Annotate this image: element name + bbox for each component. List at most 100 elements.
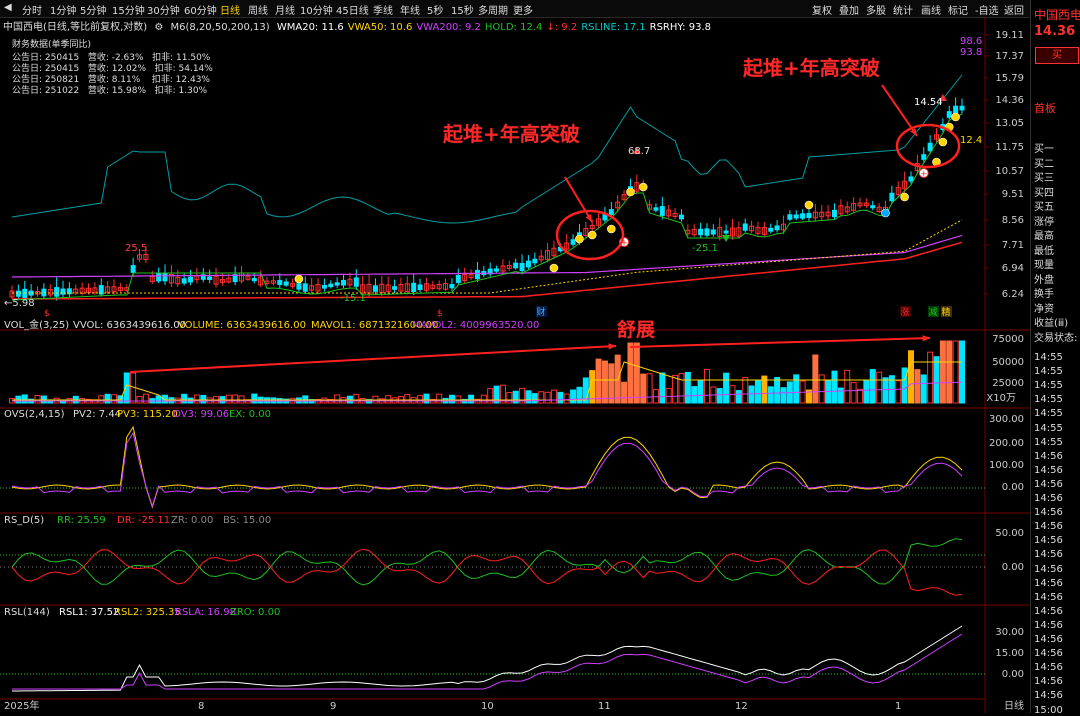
volume-bar (557, 391, 564, 404)
volume-bar (774, 377, 781, 404)
candle-body (659, 206, 665, 216)
vol-unit-label: X10万 (986, 393, 1016, 404)
ovs-axis-label: 0.00 (1002, 482, 1024, 493)
ovs-ov3-line (11, 431, 963, 508)
period-tab-1[interactable]: 1分钟 (50, 2, 76, 17)
ovs-axis-label: 200.00 (989, 438, 1024, 449)
financial-row: 公告日: 251022 营收: 15.98% 扣非: 1.30% (12, 86, 208, 96)
rsl-axis-label: 15.00 (995, 648, 1024, 659)
candle-body (698, 228, 704, 236)
period-tab-4[interactable]: 30分钟 (147, 2, 180, 17)
toolbar-action-5[interactable]: 标记 (948, 2, 968, 17)
limit-up-tag: 涨 (900, 307, 909, 318)
toolbar-action-6[interactable]: -自选 (975, 2, 999, 17)
toolbar-action-4[interactable]: 画线 (921, 2, 941, 17)
candle-body (742, 223, 748, 231)
toolbar-action-2[interactable]: 多股 (866, 2, 886, 17)
period-tab-5[interactable]: 60分钟 (184, 2, 217, 17)
period-toolbar: 分时 1分钟 5分钟 15分钟 30分钟 60分钟 日线 周线 月线 10分钟 45日线 季线 年线 5秒… (0, 0, 1030, 18)
volume-bar (353, 394, 360, 404)
period-tab-3[interactable]: 15分钟 (112, 2, 145, 17)
candle-body (532, 258, 538, 264)
period-tab-8[interactable]: 月线 (275, 2, 295, 17)
volume-bar (468, 394, 475, 404)
period-tab-6[interactable]: 日线 (220, 2, 240, 17)
period-tab-15[interactable]: 多周期 (478, 2, 508, 17)
period-tab-12[interactable]: 年线 (400, 2, 420, 17)
volume-bar (480, 394, 487, 404)
volume-bar (633, 342, 640, 404)
buy-button[interactable]: 买 (1035, 47, 1079, 64)
ovs-axis-label: 300.00 (989, 414, 1024, 425)
candle-body (608, 209, 614, 215)
volume-bar (672, 374, 679, 404)
candle-body (774, 225, 780, 231)
vol-legend-item: MAVOL2: 4009963520.00 (412, 320, 539, 331)
rsl-legend-item: RSLA: 16.98 (175, 607, 236, 618)
candle-body (181, 278, 187, 284)
volume-bar (608, 363, 615, 404)
candle-body (341, 279, 347, 286)
trade-time: 14:56 (1034, 478, 1063, 490)
rsd-legend-item: DR: -25.11 (117, 515, 170, 526)
ovs-pv3-line (11, 425, 963, 509)
price-axis-label: 6.24 (1002, 289, 1024, 300)
ovs-legend-item: PV2: 7.44 (73, 409, 121, 420)
red-ma-line (12, 241, 963, 300)
main-legend: 中国西电(日线,等比前复权,对数) ⚙ M6(8,20,50,200,13) W… (3, 18, 719, 33)
period-tab-11[interactable]: 季线 (373, 2, 393, 17)
price-axis-label: 8.56 (1002, 215, 1024, 226)
candle-body (207, 276, 213, 281)
period-tab-0[interactable]: 分时 (22, 2, 42, 17)
period-tab-14[interactable]: 15秒 (451, 2, 474, 17)
period-tab-10[interactable]: 45日线 (336, 2, 369, 17)
candle-body (130, 265, 136, 273)
period-tab-2[interactable]: 5分钟 (80, 2, 106, 17)
volume-bar (404, 394, 411, 404)
rsl-axis-label: 30.00 (995, 627, 1024, 638)
period-tab-16[interactable]: 更多 (513, 2, 533, 17)
trade-time: 14:56 (1034, 619, 1063, 631)
stock-chart[interactable]: 19.11 17.37 15.79 14.36 13.05 11.75 10.57 9.51 8… (0, 17, 1030, 713)
peak-label-2: 68.7 (628, 146, 650, 157)
volume-bar (946, 340, 953, 404)
candle-body (392, 286, 398, 290)
period-tab-13[interactable]: 5秒 (427, 2, 443, 17)
rsl-legend-item: ZRO: 0.00 (230, 607, 280, 618)
volume-bar (754, 380, 761, 404)
stretch-arrow-2 (629, 337, 931, 348)
stretch-arrow-1-head (608, 343, 616, 350)
toolbar-action-1[interactable]: 叠加 (839, 2, 859, 17)
trade-time: 14:55 (1034, 394, 1063, 406)
back-arrow-icon[interactable]: ◀ (4, 2, 12, 13)
toolbar-action-3[interactable]: 统计 (893, 2, 913, 17)
quote-label: 买五 (1034, 202, 1054, 213)
settings-icon[interactable]: ⚙ (154, 22, 163, 33)
period-tab-7[interactable]: 周线 (248, 2, 268, 17)
quote-label: 现量 (1034, 260, 1054, 271)
volume-bar (251, 393, 258, 404)
candle-body (570, 239, 576, 245)
ovs-legend-name: OVS(2,4,15) (4, 409, 65, 420)
volume-bar (640, 373, 647, 404)
trade-time: 14:56 (1034, 605, 1063, 617)
volume-bar (837, 387, 844, 404)
volume-bar (238, 395, 245, 404)
period-tab-9[interactable]: 10分钟 (300, 2, 333, 17)
main-legend-item: VWA200: 9.2 (416, 22, 481, 33)
ovs-legend-item: OV3: 99.06 (173, 409, 229, 420)
plus-sign-icon: + (920, 170, 928, 180)
quote-panel: 中国西电 14.36 1 买 首板 买一买二买三买四买五涨停最高最低现量外盘换手… (1030, 0, 1080, 716)
candle-body (277, 279, 283, 286)
volume-bar (697, 380, 704, 404)
x-axis-label: 12 (735, 701, 748, 712)
finance-tag: 财 (536, 306, 545, 318)
bottom-time: 15:00 (1034, 705, 1063, 716)
toolbar-action-0[interactable]: 复权 (812, 2, 832, 17)
x-axis-label: 8 (198, 701, 204, 712)
volume-bar (684, 371, 691, 404)
volume-bar (742, 377, 749, 404)
toolbar-action-7[interactable]: 返回 (1004, 2, 1024, 17)
candle-body (927, 142, 933, 152)
trade-time: 14:56 (1034, 563, 1063, 575)
